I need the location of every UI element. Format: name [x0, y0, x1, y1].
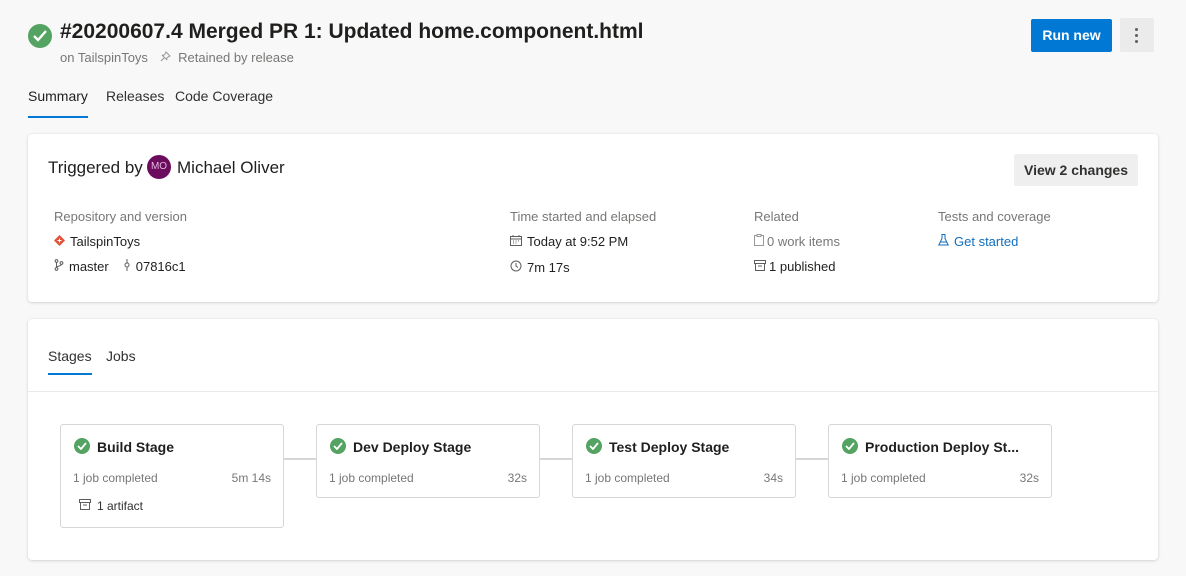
stage-connector — [796, 458, 828, 460]
stage-connector — [284, 458, 316, 460]
section-divider — [28, 391, 1158, 392]
branch-row[interactable]: master 07816c1 — [54, 259, 186, 274]
tab-summary[interactable]: Summary — [28, 86, 88, 118]
published-count: 1 published — [769, 259, 836, 274]
tab-releases[interactable]: Releases — [106, 86, 164, 118]
get-started-label: Get started — [954, 234, 1019, 249]
branch-name: master — [69, 259, 109, 274]
calendar-icon — [510, 234, 522, 249]
time-heading: Time started and elapsed — [510, 209, 657, 224]
more-vertical-icon[interactable] — [1120, 18, 1154, 52]
stage-name: Dev Deploy Stage — [353, 439, 472, 455]
stage-duration: 32s — [507, 471, 527, 485]
stage-name: Build Stage — [97, 439, 175, 455]
stage-card-production-deploy[interactable]: Production Deploy St... 1 job completed … — [828, 424, 1052, 498]
run-subline: on TailspinToys Retained by release — [60, 50, 294, 65]
stage-artifact-link[interactable]: 1 artifact — [79, 499, 143, 513]
beaker-icon — [937, 234, 950, 249]
published-row[interactable]: 1 published — [754, 259, 836, 274]
triggered-by-label: Triggered by — [48, 158, 143, 177]
work-items-row[interactable]: 0 work items — [754, 234, 840, 249]
stage-duration: 5m 14s — [231, 471, 271, 485]
time-elapsed: 7m 17s — [527, 260, 570, 275]
success-check-icon — [842, 438, 858, 454]
page-header: #20200607.4 Merged PR 1: Updated home.co… — [0, 0, 1186, 80]
stage-jobs-status: 1 job completed — [329, 471, 414, 485]
run-new-button[interactable]: Run new — [1031, 19, 1112, 52]
stage-card-dev-deploy[interactable]: Dev Deploy Stage 1 job completed 32s — [316, 424, 540, 498]
success-check-icon — [586, 438, 602, 454]
get-started-link[interactable]: Get started — [937, 234, 1019, 249]
time-started-row: Today at 9:52 PM — [510, 234, 628, 249]
repo-context: on TailspinToys — [60, 50, 148, 65]
time-started: Today at 9:52 PM — [527, 234, 629, 249]
elapsed-row: 7m 17s — [510, 260, 570, 275]
related-heading: Related — [754, 209, 799, 224]
repo-row[interactable]: TailspinToys — [53, 234, 141, 249]
stage-jobs-status: 1 job completed — [585, 471, 670, 485]
work-item-icon — [754, 234, 764, 249]
git-repo-icon — [53, 234, 66, 249]
run-title: #20200607.4 Merged PR 1: Updated home.co… — [60, 20, 644, 43]
stage-card-test-deploy[interactable]: Test Deploy Stage 1 job completed 34s — [572, 424, 796, 498]
retained-label: Retained by release — [178, 50, 294, 65]
stage-jobs-status: 1 job completed — [73, 471, 158, 485]
tab-stages[interactable]: Stages — [48, 348, 92, 375]
success-check-icon — [28, 24, 52, 48]
stage-jobs-status: 1 job completed — [841, 471, 926, 485]
success-check-icon — [74, 438, 90, 454]
work-items-count: 0 work items — [767, 234, 840, 249]
stage-duration: 32s — [1019, 471, 1039, 485]
repository-heading: Repository and version — [54, 209, 187, 224]
tab-code-coverage[interactable]: Code Coverage — [175, 86, 273, 118]
repo-name: TailspinToys — [70, 234, 141, 249]
artifact-icon — [79, 499, 91, 513]
commit-icon — [123, 259, 131, 274]
avatar: MO — [147, 155, 171, 179]
success-check-icon — [330, 438, 346, 454]
pin-icon — [160, 50, 171, 65]
stage-name: Production Deploy St... — [865, 439, 1020, 455]
trigger-user-name[interactable]: Michael Oliver — [177, 158, 285, 178]
stage-connector — [540, 458, 572, 460]
commit-hash: 07816c1 — [135, 259, 186, 274]
stage-name: Test Deploy Stage — [609, 439, 730, 455]
artifact-icon — [754, 259, 766, 274]
view-changes-button[interactable]: View 2 changes — [1014, 154, 1138, 186]
branch-icon — [54, 259, 64, 274]
stages-card: Stages Jobs Build Stage 1 job completed … — [28, 319, 1158, 560]
stage-duration: 34s — [763, 471, 783, 485]
artifact-count: 1 artifact — [97, 499, 144, 513]
clock-icon — [510, 260, 522, 275]
stage-card-build[interactable]: Build Stage 1 job completed 5m 14s 1 art… — [60, 424, 284, 528]
summary-card: Triggered by MO Michael Oliver View 2 ch… — [28, 134, 1158, 302]
tests-heading: Tests and coverage — [938, 209, 1051, 224]
tab-jobs[interactable]: Jobs — [106, 348, 136, 375]
